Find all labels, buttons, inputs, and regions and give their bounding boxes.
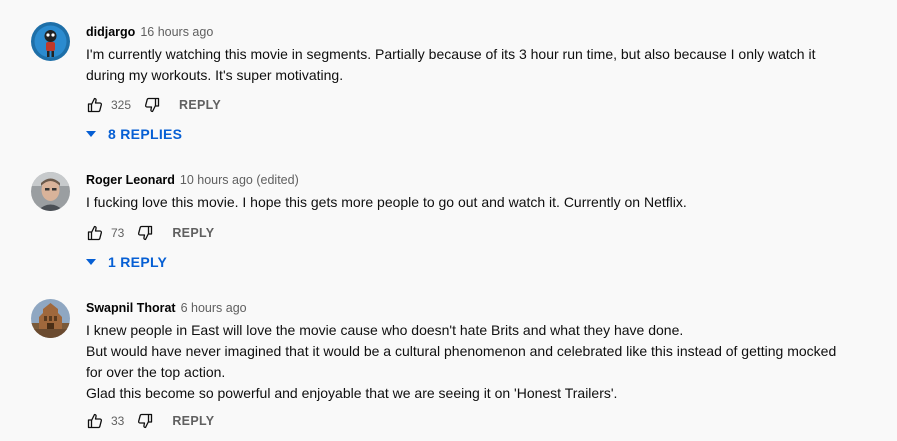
comment-time[interactable]: 10 hours ago (edited) bbox=[180, 173, 299, 187]
comment-author[interactable]: Swapnil Thorat bbox=[86, 301, 176, 315]
comment-text-line: during my workouts. It's super motivatin… bbox=[86, 67, 344, 83]
avatar[interactable] bbox=[31, 299, 70, 338]
thumbs-up-icon[interactable] bbox=[86, 96, 104, 114]
avatar[interactable] bbox=[31, 22, 70, 61]
like-count: 325 bbox=[111, 98, 132, 112]
comment-header: Swapnil Thorat 6 hours ago bbox=[86, 300, 877, 316]
comment-actions: 33 REPLY bbox=[86, 409, 214, 433]
comment-header: Roger Leonard 10 hours ago (edited) bbox=[86, 172, 877, 188]
comment-author[interactable]: Roger Leonard bbox=[86, 173, 175, 187]
thumbs-up-icon[interactable] bbox=[86, 412, 104, 430]
comment-text-line: I knew people in East will love the movi… bbox=[86, 322, 684, 338]
reply-button[interactable]: REPLY bbox=[172, 414, 214, 428]
comment-text-line: I'm currently watching this movie in seg… bbox=[86, 46, 816, 62]
comment-text-line: I fucking love this movie. I hope this g… bbox=[86, 194, 687, 210]
thumbs-up-icon[interactable] bbox=[86, 224, 104, 242]
caret-down-icon bbox=[86, 129, 96, 139]
comment-text-line: for over the top action. bbox=[86, 364, 226, 380]
avatar[interactable] bbox=[31, 172, 70, 211]
comment-body: Roger Leonard 10 hours ago (edited) I fuc… bbox=[86, 172, 877, 213]
replies-label: 1 REPLY bbox=[108, 254, 168, 270]
comment-body: didjargo 16 hours ago I'm currently watch… bbox=[86, 24, 877, 86]
comment-body: Swapnil Thorat 6 hours ago I knew people … bbox=[86, 300, 877, 404]
thumbs-down-icon[interactable] bbox=[143, 96, 161, 114]
comment-text-line: Glad this become so powerful and enjoyab… bbox=[86, 385, 618, 401]
comment-text: I'm currently watching this movie in seg… bbox=[86, 44, 877, 86]
like-count: 33 bbox=[111, 414, 125, 428]
comment-actions: 73 REPLY bbox=[86, 221, 214, 245]
comment-header: didjargo 16 hours ago bbox=[86, 24, 877, 40]
replies-label: 8 REPLIES bbox=[108, 126, 183, 142]
thumbs-down-icon[interactable] bbox=[136, 412, 154, 430]
view-replies-button[interactable]: 8 REPLIES bbox=[86, 123, 182, 145]
view-replies-button[interactable]: 1 REPLY bbox=[86, 251, 167, 273]
comment-time[interactable]: 6 hours ago bbox=[181, 301, 247, 315]
like-count: 73 bbox=[111, 226, 125, 240]
comment-author[interactable]: didjargo bbox=[86, 25, 135, 39]
thumbs-down-icon[interactable] bbox=[136, 224, 154, 242]
caret-down-icon bbox=[86, 257, 96, 267]
reply-button[interactable]: REPLY bbox=[172, 226, 214, 240]
comment-time[interactable]: 16 hours ago bbox=[140, 25, 213, 39]
comment-actions: 325 REPLY bbox=[86, 93, 221, 117]
comment-text: I fucking love this movie. I hope this g… bbox=[86, 192, 877, 213]
comment-text: I knew people in East will love the movi… bbox=[86, 320, 877, 404]
comment-text-line: But would have never imagined that it wo… bbox=[86, 343, 837, 359]
reply-button[interactable]: REPLY bbox=[179, 98, 221, 112]
